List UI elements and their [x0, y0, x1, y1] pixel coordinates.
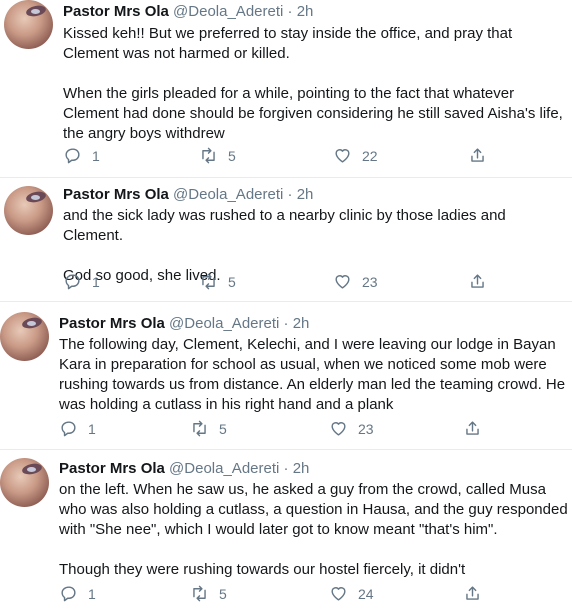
retweet-button[interactable]: 5 — [199, 146, 236, 165]
timestamp[interactable]: 2h — [293, 460, 310, 477]
like-button[interactable]: 23 — [333, 272, 378, 291]
tweet-actions: 1 5 23 — [63, 272, 563, 292]
retweet-count: 5 — [228, 147, 236, 164]
heart-icon — [335, 149, 350, 163]
author-name[interactable]: Pastor Mrs Ola — [59, 460, 165, 477]
like-count: 22 — [362, 147, 378, 164]
reply-button[interactable]: 1 — [59, 584, 96, 603]
tweet[interactable]: Pastor Mrs Ola @Deola_Adereti · 2h and t… — [0, 178, 572, 302]
reply-button[interactable]: 1 — [63, 272, 100, 291]
like-count: 23 — [362, 273, 378, 290]
reply-icon — [65, 148, 80, 164]
reply-icon — [65, 274, 80, 290]
tweet-header: Pastor Mrs Ola @Deola_Adereti · 2h — [63, 3, 313, 21]
separator: · — [283, 315, 289, 332]
tweet-text: The following day, Clement, Kelechi, and… — [59, 335, 569, 415]
avatar[interactable] — [0, 458, 49, 507]
reply-icon — [61, 586, 76, 602]
reply-count: 1 — [92, 273, 100, 290]
retweet-button[interactable]: 5 — [199, 272, 236, 291]
author-handle[interactable]: @Deola_Adereti — [173, 3, 283, 20]
share-icon — [471, 148, 484, 162]
avatar[interactable] — [4, 0, 53, 49]
tweet-thread: Pastor Mrs Ola @Deola_Adereti · 2h Kisse… — [0, 0, 572, 614]
retweet-count: 5 — [219, 585, 227, 602]
separator: · — [287, 3, 293, 20]
heart-icon — [331, 587, 346, 601]
tweet-text: on the left. When he saw us, he asked a … — [59, 480, 569, 580]
share-button[interactable] — [463, 584, 482, 603]
tweet-paragraph: and the sick lady was rushed to a nearby… — [63, 207, 510, 244]
share-icon — [471, 274, 484, 288]
share-icon — [466, 586, 479, 600]
retweet-button[interactable]: 5 — [190, 584, 227, 603]
reply-count: 1 — [92, 147, 100, 164]
heart-icon — [331, 422, 346, 436]
like-count: 23 — [358, 420, 374, 437]
retweet-count: 5 — [228, 273, 236, 290]
reply-count: 1 — [88, 420, 96, 437]
like-button[interactable]: 22 — [333, 146, 378, 165]
reply-icon — [61, 421, 76, 437]
tweet-paragraph: When the girls pleaded for a while, poin… — [63, 85, 568, 142]
retweet-icon — [193, 585, 206, 602]
reply-button[interactable]: 1 — [63, 146, 100, 165]
tweet-actions: 1 5 24 — [59, 584, 559, 604]
tweet-paragraph: The following day, Clement, Kelechi, and… — [59, 336, 570, 413]
like-button[interactable]: 23 — [329, 419, 374, 438]
separator: · — [287, 186, 293, 203]
tweet[interactable]: Pastor Mrs Ola @Deola_Adereti · 2h on th… — [0, 450, 572, 614]
retweet-icon — [202, 273, 215, 290]
tweet-actions: 1 5 22 — [63, 146, 563, 166]
timestamp[interactable]: 2h — [293, 315, 310, 332]
avatar[interactable] — [0, 312, 49, 361]
tweet-header: Pastor Mrs Ola @Deola_Adereti · 2h — [59, 460, 309, 478]
like-count: 24 — [358, 585, 374, 602]
author-name[interactable]: Pastor Mrs Ola — [59, 315, 165, 332]
tweet-actions: 1 5 23 — [59, 419, 559, 439]
share-button[interactable] — [463, 419, 482, 438]
retweet-button[interactable]: 5 — [190, 419, 227, 438]
tweet-header: Pastor Mrs Ola @Deola_Adereti · 2h — [63, 186, 313, 204]
retweet-count: 5 — [219, 420, 227, 437]
tweet-paragraph: on the left. When he saw us, he asked a … — [59, 481, 572, 538]
share-button[interactable] — [468, 272, 487, 291]
avatar[interactable] — [4, 186, 53, 235]
timestamp[interactable]: 2h — [297, 186, 314, 203]
author-handle[interactable]: @Deola_Adereti — [173, 186, 283, 203]
retweet-icon — [202, 147, 215, 164]
like-button[interactable]: 24 — [329, 584, 374, 603]
share-button[interactable] — [468, 146, 487, 165]
reply-count: 1 — [88, 585, 96, 602]
author-name[interactable]: Pastor Mrs Ola — [63, 186, 169, 203]
tweet-paragraph: Kissed keh!! But we preferred to stay in… — [63, 25, 517, 62]
tweet-paragraph: Though they were rushing towards our hos… — [59, 561, 466, 578]
timestamp[interactable]: 2h — [297, 3, 314, 20]
reply-button[interactable]: 1 — [59, 419, 96, 438]
heart-icon — [335, 275, 350, 289]
author-name[interactable]: Pastor Mrs Ola — [63, 3, 169, 20]
tweet-text: Kissed keh!! But we preferred to stay in… — [63, 24, 568, 144]
retweet-icon — [193, 420, 206, 437]
separator: · — [283, 460, 289, 477]
tweet-header: Pastor Mrs Ola @Deola_Adereti · 2h — [59, 315, 309, 333]
author-handle[interactable]: @Deola_Adereti — [169, 460, 279, 477]
author-handle[interactable]: @Deola_Adereti — [169, 315, 279, 332]
share-icon — [466, 421, 479, 435]
tweet[interactable]: Pastor Mrs Ola @Deola_Adereti · 2h Kisse… — [0, 0, 572, 178]
tweet[interactable]: Pastor Mrs Ola @Deola_Adereti · 2h The f… — [0, 302, 572, 450]
